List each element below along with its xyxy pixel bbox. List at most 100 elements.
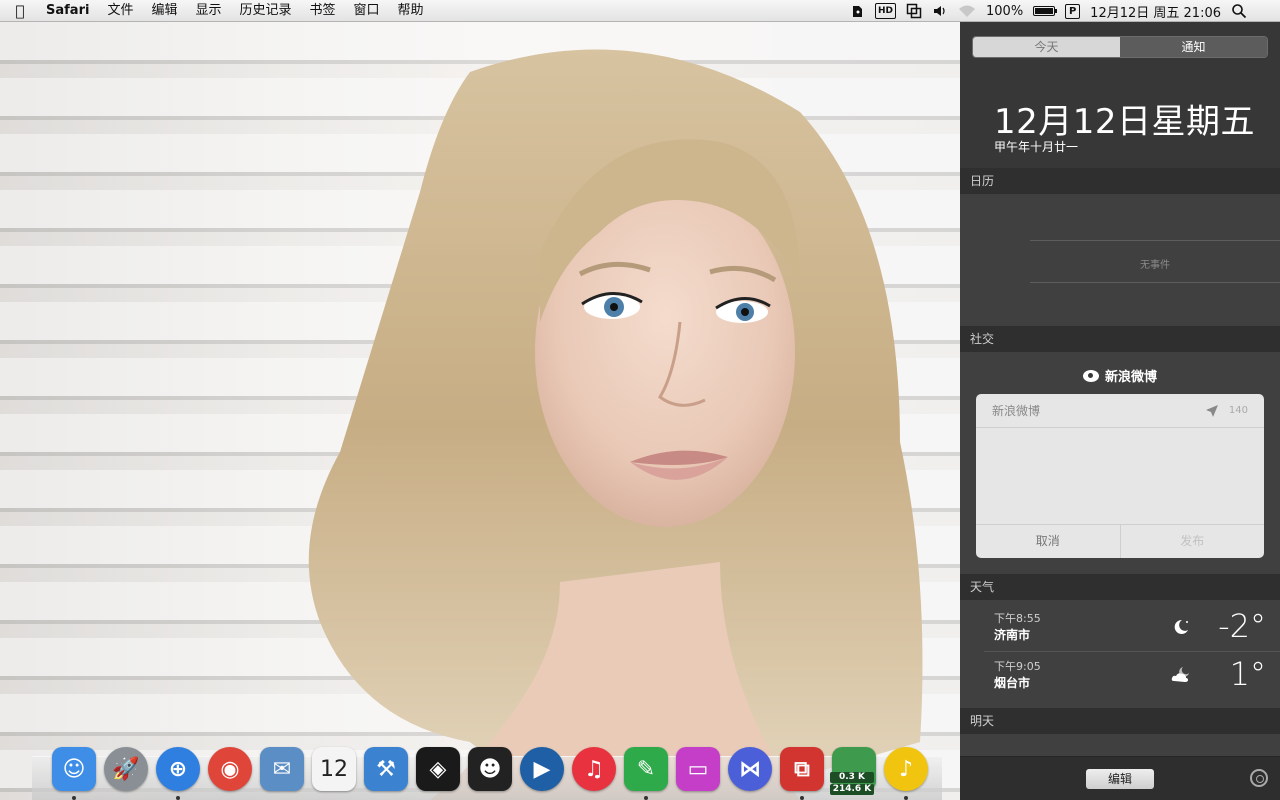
input-method-icon[interactable]: P xyxy=(1065,3,1081,19)
hd-status-icon[interactable]: HD xyxy=(874,3,896,19)
menu-view[interactable]: 显示 xyxy=(186,0,230,22)
dock-item[interactable]: ⋈ xyxy=(724,743,776,795)
evernote-icon[interactable]: ✎ xyxy=(624,747,668,791)
tab-notifications[interactable]: 通知 xyxy=(1120,37,1267,57)
weather-time: 下午8:55 xyxy=(994,612,1041,625)
weather-section-header: 天气 xyxy=(960,574,1280,600)
xcode-icon[interactable]: ⚒ xyxy=(364,747,408,791)
menu-file[interactable]: 文件 xyxy=(98,0,142,22)
qq-icon[interactable]: ☻ xyxy=(468,747,512,791)
volume-icon[interactable] xyxy=(932,3,948,19)
compose-header: 新浪微博 140 xyxy=(976,394,1264,428)
running-indicator xyxy=(904,796,908,800)
menu-edit[interactable]: 编辑 xyxy=(142,0,186,22)
nc-date: 12月12日星期五 xyxy=(994,102,1256,142)
imac-icon[interactable]: ▭ xyxy=(676,747,720,791)
net-speed-readout: 0.3 K 214.6 K xyxy=(830,771,874,795)
weibo-service-title[interactable]: 新浪微博 xyxy=(960,366,1280,385)
menu-bookmarks[interactable]: 书签 xyxy=(301,0,345,22)
dock-item[interactable]: ⧉ xyxy=(776,743,828,800)
menu-window[interactable]: 窗口 xyxy=(345,0,389,22)
location-arrow-icon[interactable] xyxy=(1205,404,1219,418)
nc-tab-switcher: 今天 通知 xyxy=(972,36,1268,58)
calendar-section-body: 无事件 xyxy=(960,194,1280,326)
launchpad-icon[interactable]: 🚀 xyxy=(104,747,148,791)
social-section-header: 社交 xyxy=(960,326,1280,352)
menu-help[interactable]: 帮助 xyxy=(389,0,433,22)
compose-account: 新浪微博 xyxy=(992,404,1041,418)
dock-item[interactable]: ▭ xyxy=(672,743,724,795)
menu-clock[interactable]: 12月12日 周五 21:06 xyxy=(1090,2,1221,21)
dock-item[interactable]: ☻ xyxy=(464,743,516,795)
gear-icon[interactable] xyxy=(1250,769,1268,787)
safari-icon[interactable]: ⊕ xyxy=(156,747,200,791)
calendar-section-header: 日历 xyxy=(960,168,1280,194)
dock-item[interactable]: ⊕ xyxy=(152,743,204,800)
dock: ☺ 🚀 ⊕ ◉ ✉ 12 ⚒ ◈ ☻ ▶ ♫ ✎ ▭ ⋈ ⧉ 0.3 K 214.6 K ♪ xyxy=(32,738,942,800)
weather-time: 下午9:05 xyxy=(994,660,1041,673)
unity-icon[interactable]: ◈ xyxy=(416,747,460,791)
calendar-empty-text: 无事件 xyxy=(1140,260,1170,271)
dock-item[interactable]: ◉ xyxy=(204,743,256,795)
char-count: 140 xyxy=(1228,405,1248,416)
tab-today[interactable]: 今天 xyxy=(973,37,1120,57)
mail-icon[interactable]: ✉ xyxy=(260,747,304,791)
evernote-status-icon[interactable] xyxy=(849,3,865,19)
compose-post-button[interactable]: 发布 xyxy=(1121,525,1265,558)
nc-lunar-date: 甲午年十月廿一 xyxy=(994,140,1079,154)
portrait-photo-icon xyxy=(308,49,923,800)
weather-row[interactable]: 下午8:55 济南市 -2° xyxy=(960,604,1280,652)
tomorrow-section-header: 明天 xyxy=(960,708,1280,734)
screen-capture-icon[interactable] xyxy=(906,3,922,19)
compose-text-area[interactable] xyxy=(976,428,1264,524)
dock-item[interactable]: ☺ xyxy=(48,743,100,800)
apple-menu-icon[interactable]:  xyxy=(0,2,40,20)
weather-temp: 1° xyxy=(1229,655,1266,693)
menu-app-name[interactable]: Safari xyxy=(40,0,98,22)
dock-items: ☺ 🚀 ⊕ ◉ ✉ 12 ⚒ ◈ ☻ ▶ ♫ ✎ ▭ ⋈ ⧉ 0.3 K 214.6 K ♪ xyxy=(48,743,932,800)
weibo-compose-box: 新浪微博 140 取消 发布 xyxy=(976,394,1264,558)
menu-history[interactable]: 历史记录 xyxy=(230,0,300,22)
notification-center: 今天 通知 12月12日星期五 甲午年十月廿一 日历 无事件 社交 新浪微博 新… xyxy=(960,22,1280,800)
weibo-logo-icon xyxy=(1082,369,1099,382)
dock-item[interactable]: ♪ xyxy=(880,743,932,800)
status-area: HD 100% P 12月12日 周五 21:06 xyxy=(844,0,1280,22)
spotlight-search-icon[interactable] xyxy=(1231,3,1247,19)
nc-footer: 编辑 xyxy=(960,756,1280,800)
running-indicator xyxy=(800,796,804,800)
battery-percent: 100% xyxy=(986,3,1024,19)
parallels-icon[interactable]: ⧉ xyxy=(780,747,824,791)
dock-item[interactable]: ✉ xyxy=(256,743,308,795)
dock-item[interactable]: ◈ xyxy=(412,743,464,795)
battery-icon[interactable] xyxy=(1033,3,1058,19)
dock-item[interactable]: 🚀 xyxy=(100,743,152,795)
dock-item[interactable]: ✎ xyxy=(620,743,672,800)
running-indicator xyxy=(176,796,180,800)
moon-icon xyxy=(1174,619,1188,634)
finder-icon[interactable]: ☺ xyxy=(52,747,96,791)
qqmusic-icon[interactable]: ♪ xyxy=(884,747,928,791)
dock-item[interactable]: ▶ xyxy=(516,743,568,795)
quicktime-icon[interactable]: ▶ xyxy=(520,747,564,791)
notification-center-icon[interactable] xyxy=(1257,5,1275,17)
net-speed-value: 214.6 K xyxy=(830,784,874,795)
desktop-wallpaper xyxy=(0,22,960,800)
nc-edit-button[interactable]: 编辑 xyxy=(1086,769,1154,789)
weather-row[interactable]: 下午9:05 烟台市 1° xyxy=(960,652,1280,700)
dock-item[interactable]: ⚒ xyxy=(360,743,412,795)
chrome-icon[interactable]: ◉ xyxy=(208,747,252,791)
calendar-icon[interactable]: 12 xyxy=(312,747,356,791)
dock-item[interactable]: 12 xyxy=(308,743,360,795)
weather-city: 济南市 xyxy=(994,628,1031,642)
dock-item[interactable]: 0.3 K 214.6 K xyxy=(828,743,880,795)
compose-cancel-button[interactable]: 取消 xyxy=(976,525,1121,558)
itunes-icon[interactable]: ♫ xyxy=(572,747,616,791)
mweb-icon[interactable]: ⋈ xyxy=(728,747,772,791)
running-indicator xyxy=(644,796,648,800)
wifi-icon[interactable] xyxy=(958,3,976,19)
calendar-divider xyxy=(1030,282,1280,283)
weibo-service-label: 新浪微博 xyxy=(1104,370,1157,385)
dock-item[interactable]: ♫ xyxy=(568,743,620,795)
running-indicator xyxy=(72,796,76,800)
weather-city: 烟台市 xyxy=(994,676,1031,690)
